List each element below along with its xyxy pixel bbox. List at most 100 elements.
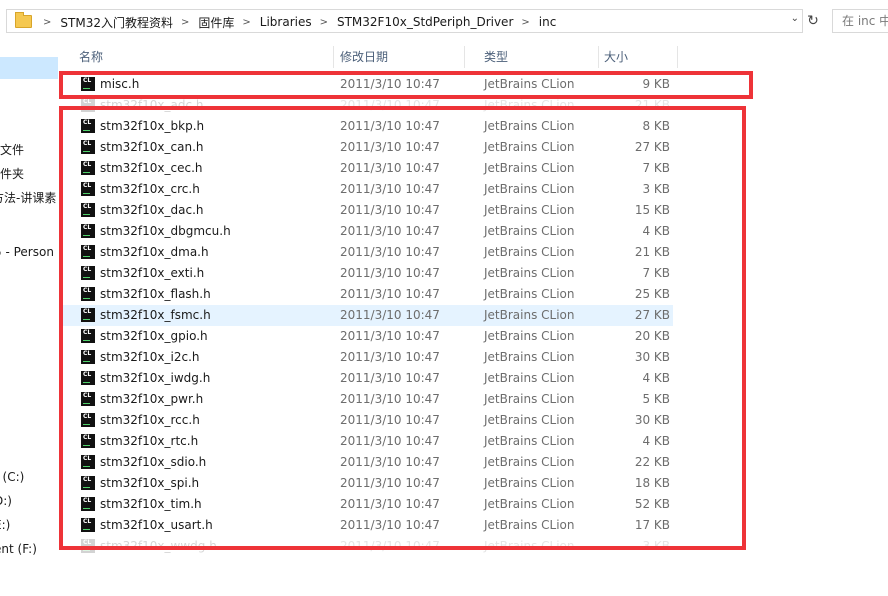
file-row[interactable]: CL stm32f10x_fsmc.h 2011/3/10 10:47 JetB… [60,305,673,326]
chevron-right-icon[interactable]: > [242,17,250,28]
file-row[interactable]: CL stm32f10x_i2c.h 2011/3/10 10:47 JetBr… [60,347,888,368]
nav-item[interactable]: D:) [0,494,12,508]
file-name: stm32f10x_i2c.h [100,350,200,364]
file-row[interactable]: CL stm32f10x_flash.h 2011/3/10 10:47 Jet… [60,284,888,305]
folder-icon [15,12,32,28]
clion-file-icon: CL [81,308,95,322]
file-size: 8 KB [642,119,670,133]
chevron-right-icon[interactable]: > [320,17,328,28]
file-type: JetBrains CLion [484,413,575,427]
file-rows: CL misc.h 2011/3/10 10:47 JetBrains CLio… [60,74,888,557]
file-name: misc.h [100,77,140,91]
file-size: 21 KB [634,98,670,112]
file-row[interactable]: CL stm32f10x_gpio.h 2011/3/10 10:47 JetB… [60,326,888,347]
file-date: 2011/3/10 10:47 [340,98,440,112]
file-date: 2011/3/10 10:47 [340,434,440,448]
clion-file-icon: CL [81,434,95,448]
clion-file-icon: CL [81,476,95,490]
file-name: stm32f10x_pwr.h [100,392,204,406]
file-row[interactable]: CL stm32f10x_adc.h 2011/3/10 10:47 JetBr… [60,95,888,116]
file-size: 25 KB [634,287,670,301]
file-row[interactable]: CL stm32f10x_rtc.h 2011/3/10 10:47 JetBr… [60,431,888,452]
chevron-down-icon[interactable]: ⌄ [791,13,799,24]
file-type: JetBrains CLion [484,224,575,238]
nav-selected-item[interactable] [0,57,58,79]
breadcrumb-item[interactable]: STM32入门教程资料 [60,14,173,31]
column-header-type[interactable]: 类型 [465,46,598,68]
breadcrumb-item[interactable]: STM32F10x_StdPeriph_Driver [337,15,513,29]
column-divider[interactable] [677,46,678,68]
file-name: stm32f10x_usart.h [100,518,213,532]
clion-file-icon: CL [81,329,95,343]
chevron-right-icon[interactable]: > [181,17,189,28]
file-row[interactable]: CL stm32f10x_wwdg.h 2011/3/10 10:47 JetB… [60,536,888,557]
file-row[interactable]: CL stm32f10x_dac.h 2011/3/10 10:47 JetBr… [60,200,888,221]
file-date: 2011/3/10 10:47 [340,266,440,280]
clion-file-icon: CL [81,182,95,196]
file-list: ⌃ 名称 修改日期 类型 大小 CL misc.h 2011/3/10 10:4… [60,44,888,596]
file-row[interactable]: CL stm32f10x_dbgmcu.h 2011/3/10 10:47 Je… [60,221,888,242]
nav-item[interactable]: 5 - Person [0,245,54,259]
column-header-name[interactable]: 名称 [60,46,333,68]
chevron-right-icon[interactable]: > [521,17,529,28]
breadcrumb-item[interactable]: 固件库 [198,14,234,31]
column-header-date[interactable]: 修改日期 [321,46,464,68]
nav-item[interactable]: 文件夹 [0,165,24,182]
file-name: stm32f10x_dbgmcu.h [100,224,231,238]
file-size: 7 KB [642,266,670,280]
nav-item[interactable]: ent (F:) [0,542,37,556]
file-type: JetBrains CLion [484,182,575,196]
file-row[interactable]: CL stm32f10x_bkp.h 2011/3/10 10:47 JetBr… [60,116,888,137]
file-row[interactable]: CL stm32f10x_spi.h 2011/3/10 10:47 JetBr… [60,473,888,494]
file-size: 30 KB [634,350,670,364]
file-size: 4 KB [642,434,670,448]
file-row[interactable]: CL misc.h 2011/3/10 10:47 JetBrains CLio… [60,74,888,95]
file-row[interactable]: CL stm32f10x_tim.h 2011/3/10 10:47 JetBr… [60,494,888,515]
file-type: JetBrains CLion [484,140,575,154]
clion-file-icon: CL [81,161,95,175]
address-bar[interactable]: > STM32入门教程资料 > 固件库 > Libraries > STM32F… [6,9,803,33]
file-name: stm32f10x_dma.h [100,245,209,259]
chevron-right-icon[interactable]: > [43,17,51,28]
file-name: stm32f10x_can.h [100,140,204,154]
file-row[interactable]: CL stm32f10x_usart.h 2011/3/10 10:47 Jet… [60,515,888,536]
clion-file-icon: CL [81,413,95,427]
file-row[interactable]: CL stm32f10x_rcc.h 2011/3/10 10:47 JetBr… [60,410,888,431]
file-type: JetBrains CLion [484,455,575,469]
file-row[interactable]: CL stm32f10x_sdio.h 2011/3/10 10:47 JetB… [60,452,888,473]
refresh-icon[interactable]: ↻ [805,9,821,33]
file-type: JetBrains CLion [484,203,575,217]
breadcrumb-item[interactable]: inc [539,15,557,29]
nav-item[interactable]: 的文件 [0,141,24,158]
file-row[interactable]: CL stm32f10x_iwdg.h 2011/3/10 10:47 JetB… [60,368,888,389]
file-row[interactable]: CL stm32f10x_can.h 2011/3/10 10:47 JetBr… [60,137,888,158]
file-name: stm32f10x_bkp.h [100,119,205,133]
file-row[interactable]: CL stm32f10x_pwr.h 2011/3/10 10:47 JetBr… [60,389,888,410]
file-type: JetBrains CLion [484,476,575,490]
column-header-size[interactable]: 大小 [585,46,677,68]
file-type: JetBrains CLion [484,98,575,112]
file-date: 2011/3/10 10:47 [340,308,440,322]
file-date: 2011/3/10 10:47 [340,203,440,217]
file-date: 2011/3/10 10:47 [340,539,440,553]
file-date: 2011/3/10 10:47 [340,392,440,406]
nav-item[interactable]: E:) [0,518,10,532]
nav-item[interactable]: 方法-讲课素 [0,189,56,206]
file-type: JetBrains CLion [484,434,575,448]
file-date: 2011/3/10 10:47 [340,329,440,343]
breadcrumb-item[interactable]: Libraries [260,15,312,29]
file-row[interactable]: CL stm32f10x_exti.h 2011/3/10 10:47 JetB… [60,263,888,284]
file-date: 2011/3/10 10:47 [340,182,440,196]
file-name: stm32f10x_wwdg.h [100,539,217,553]
file-type: JetBrains CLion [484,287,575,301]
address-bar-area: > STM32入门教程资料 > 固件库 > Libraries > STM32F… [0,0,888,44]
file-date: 2011/3/10 10:47 [340,413,440,427]
file-size: 27 KB [634,308,670,322]
file-size: 20 KB [634,329,670,343]
search-input[interactable]: 在 inc 中 [832,9,888,33]
nav-item[interactable]: t (C:) [0,470,24,484]
file-row[interactable]: CL stm32f10x_dma.h 2011/3/10 10:47 JetBr… [60,242,888,263]
file-row[interactable]: CL stm32f10x_cec.h 2011/3/10 10:47 JetBr… [60,158,888,179]
file-size: 7 KB [642,161,670,175]
file-row[interactable]: CL stm32f10x_crc.h 2011/3/10 10:47 JetBr… [60,179,888,200]
